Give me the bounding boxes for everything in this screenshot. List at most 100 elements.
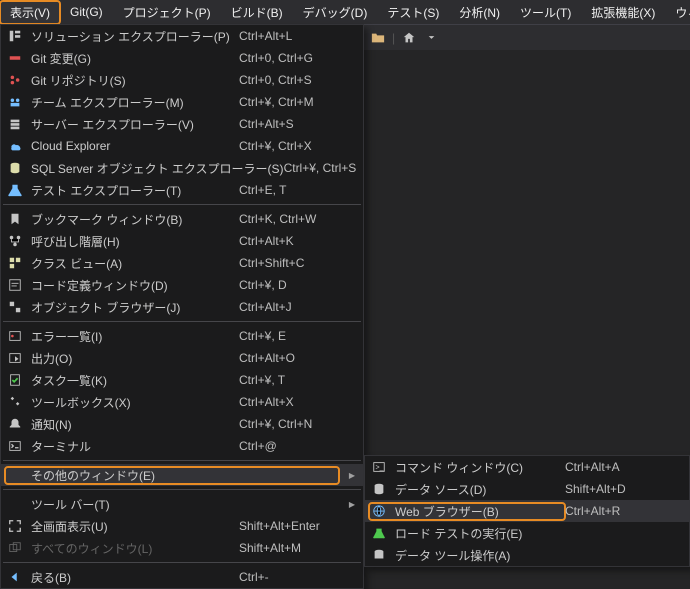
menu-item-label: テスト エクスプローラー(T) — [31, 182, 239, 199]
menu-item[interactable]: データ ソース(D)Shift+Alt+D — [365, 478, 689, 500]
chevron-down-icon[interactable] — [423, 30, 439, 46]
menu-item[interactable]: テスト エクスプローラー(T)Ctrl+E, T — [1, 179, 363, 201]
menu-item[interactable]: ツールボックス(X)Ctrl+Alt+X — [1, 391, 363, 413]
team-explorer-icon — [5, 95, 25, 109]
menubar-item[interactable]: ツール(T) — [510, 1, 581, 24]
menu-item[interactable]: Web ブラウザー(B)Ctrl+Alt+R — [365, 500, 689, 522]
menu-item[interactable]: その他のウィンドウ(E) ▶ — [1, 464, 363, 486]
menu-item[interactable]: ブックマーク ウィンドウ(B)Ctrl+K, Ctrl+W — [1, 208, 363, 230]
menu-item-shortcut: Ctrl+Alt+K — [239, 234, 339, 248]
terminal-icon — [5, 439, 25, 453]
menubar-item[interactable]: デバッグ(D) — [293, 1, 378, 24]
chevron-right-icon: ▶ — [349, 471, 355, 480]
menu-item-label: 通知(N) — [31, 416, 239, 433]
menu-item[interactable]: SQL Server オブジェクト エクスプローラー(S)Ctrl+¥, Ctr… — [1, 157, 363, 179]
menu-item-shortcut: Ctrl+¥, Ctrl+N — [239, 417, 339, 431]
server-explorer-icon — [5, 117, 25, 131]
menubar-item[interactable]: テスト(S) — [377, 1, 449, 24]
output-icon — [5, 351, 25, 365]
menubar-item[interactable]: Git(G) — [60, 2, 113, 22]
menu-item-label: Git 変更(G) — [31, 50, 239, 67]
menu-item-label: チーム エクスプローラー(M) — [31, 94, 239, 111]
menu-item-shortcut: Ctrl+- — [239, 570, 339, 584]
menu-item-label: ツールボックス(X) — [31, 394, 239, 411]
error-list-icon — [5, 329, 25, 343]
menu-item[interactable]: サーバー エクスプローラー(V)Ctrl+Alt+S — [1, 113, 363, 135]
menu-item[interactable]: データ ツール操作(A) — [365, 544, 689, 566]
menubar: 表示(V)Git(G)プロジェクト(P)ビルド(B)デバッグ(D)テスト(S)分… — [0, 0, 690, 24]
web-browser-icon — [369, 504, 389, 518]
menu-item[interactable]: 呼び出し階層(H)Ctrl+Alt+K — [1, 230, 363, 252]
menu-separator — [3, 562, 361, 563]
menubar-item[interactable]: 分析(N) — [449, 1, 510, 24]
svg-text:>_: >_ — [376, 465, 384, 472]
git-changes-icon — [5, 51, 25, 65]
menu-item[interactable]: Git 変更(G)Ctrl+0, Ctrl+G — [1, 47, 363, 69]
menu-item-shortcut: Ctrl+@ — [239, 439, 339, 453]
menu-item-shortcut: Ctrl+0, Ctrl+G — [239, 51, 339, 65]
code-definition-icon — [5, 278, 25, 292]
menu-item-shortcut: Ctrl+¥, Ctrl+M — [239, 95, 339, 109]
menubar-item[interactable]: 拡張機能(X) — [581, 1, 665, 24]
menu-item-label: 戻る(B) — [31, 569, 239, 586]
menu-item[interactable]: >_コマンド ウィンドウ(C)Ctrl+Alt+A — [365, 456, 689, 478]
menu-item[interactable]: エラー一覧(I)Ctrl+¥, E — [1, 325, 363, 347]
menubar-item[interactable]: 表示(V) — [0, 1, 60, 24]
menu-item-shortcut: Shift+Alt+Enter — [239, 519, 339, 533]
menu-item-shortcut: Shift+Alt+D — [565, 482, 665, 496]
menu-item-label: ロード テストの実行(E) — [395, 525, 665, 542]
menu-item-label: その他のウィンドウ(E) — [31, 467, 339, 484]
menu-item-label: 全画面表示(U) — [31, 518, 239, 535]
menu-item-label: Git リポジトリ(S) — [31, 72, 239, 89]
menu-item[interactable]: オブジェクト ブラウザー(J)Ctrl+Alt+J — [1, 296, 363, 318]
menu-item[interactable]: Git リポジトリ(S)Ctrl+0, Ctrl+S — [1, 69, 363, 91]
menu-item-shortcut: Shift+Alt+M — [239, 541, 339, 555]
menu-item[interactable]: 全画面表示(U)Shift+Alt+Enter — [1, 515, 363, 537]
menu-item-shortcut: Ctrl+E, T — [239, 183, 339, 197]
menu-item-shortcut: Ctrl+Alt+A — [565, 460, 665, 474]
menu-separator — [3, 489, 361, 490]
menubar-item[interactable]: ビルド(B) — [221, 1, 293, 24]
full-screen-icon — [5, 519, 25, 533]
menu-item[interactable]: 出力(O)Ctrl+Alt+O — [1, 347, 363, 369]
menu-item-shortcut: Ctrl+¥, E — [239, 329, 339, 343]
data-tools-icon — [369, 548, 389, 562]
menu-item[interactable]: 戻る(B)Ctrl+- — [1, 566, 363, 588]
menu-item[interactable]: Cloud ExplorerCtrl+¥, Ctrl+X — [1, 135, 363, 157]
menu-item[interactable]: ソリューション エクスプローラー(P)Ctrl+Alt+L — [1, 25, 363, 47]
object-browser-icon — [5, 300, 25, 314]
menu-item-shortcut: Ctrl+0, Ctrl+S — [239, 73, 339, 87]
toolbox-icon — [5, 395, 25, 409]
menu-item-label: クラス ビュー(A) — [31, 255, 239, 272]
sql-explorer-icon — [5, 161, 25, 175]
menu-item[interactable]: ターミナルCtrl+@ — [1, 435, 363, 457]
menu-item-label: エラー一覧(I) — [31, 328, 239, 345]
menu-item-shortcut: Ctrl+¥, D — [239, 278, 339, 292]
menu-item-label: ツール バー(T) — [31, 496, 339, 513]
bookmark-window-icon — [5, 212, 25, 226]
menu-item-label: タスク一覧(K) — [31, 372, 239, 389]
menu-item[interactable]: ツール バー(T) ▶ — [1, 493, 363, 515]
menu-item[interactable]: ロード テストの実行(E) — [365, 522, 689, 544]
menubar-item[interactable]: プロジェクト(P) — [113, 1, 221, 24]
menu-item-shortcut: Ctrl+¥, Ctrl+S — [284, 161, 384, 175]
chevron-right-icon: ▶ — [349, 500, 355, 509]
folder-icon[interactable] — [370, 30, 386, 46]
menu-item[interactable]: 通知(N)Ctrl+¥, Ctrl+N — [1, 413, 363, 435]
menu-item[interactable]: チーム エクスプローラー(M)Ctrl+¥, Ctrl+M — [1, 91, 363, 113]
menu-item-shortcut: Ctrl+K, Ctrl+W — [239, 212, 339, 226]
home-icon[interactable] — [401, 30, 417, 46]
menu-item-shortcut: Ctrl+Alt+X — [239, 395, 339, 409]
menu-item-label: データ ソース(D) — [395, 481, 565, 498]
menu-item-shortcut: Ctrl+Alt+O — [239, 351, 339, 365]
menu-item[interactable]: コード定義ウィンドウ(D)Ctrl+¥, D — [1, 274, 363, 296]
menu-item-label: 呼び出し階層(H) — [31, 233, 239, 250]
menu-item[interactable]: クラス ビュー(A)Ctrl+Shift+C — [1, 252, 363, 274]
menubar-item[interactable]: ウィンドウ(W) — [665, 1, 690, 24]
menu-item-label: オブジェクト ブラウザー(J) — [31, 299, 239, 316]
menu-item-shortcut: Ctrl+Alt+R — [565, 504, 665, 518]
menu-item-label: データ ツール操作(A) — [395, 547, 665, 564]
all-windows-icon — [5, 541, 25, 555]
menu-item: すべてのウィンドウ(L)Shift+Alt+M — [1, 537, 363, 559]
menu-item[interactable]: タスク一覧(K)Ctrl+¥, T — [1, 369, 363, 391]
